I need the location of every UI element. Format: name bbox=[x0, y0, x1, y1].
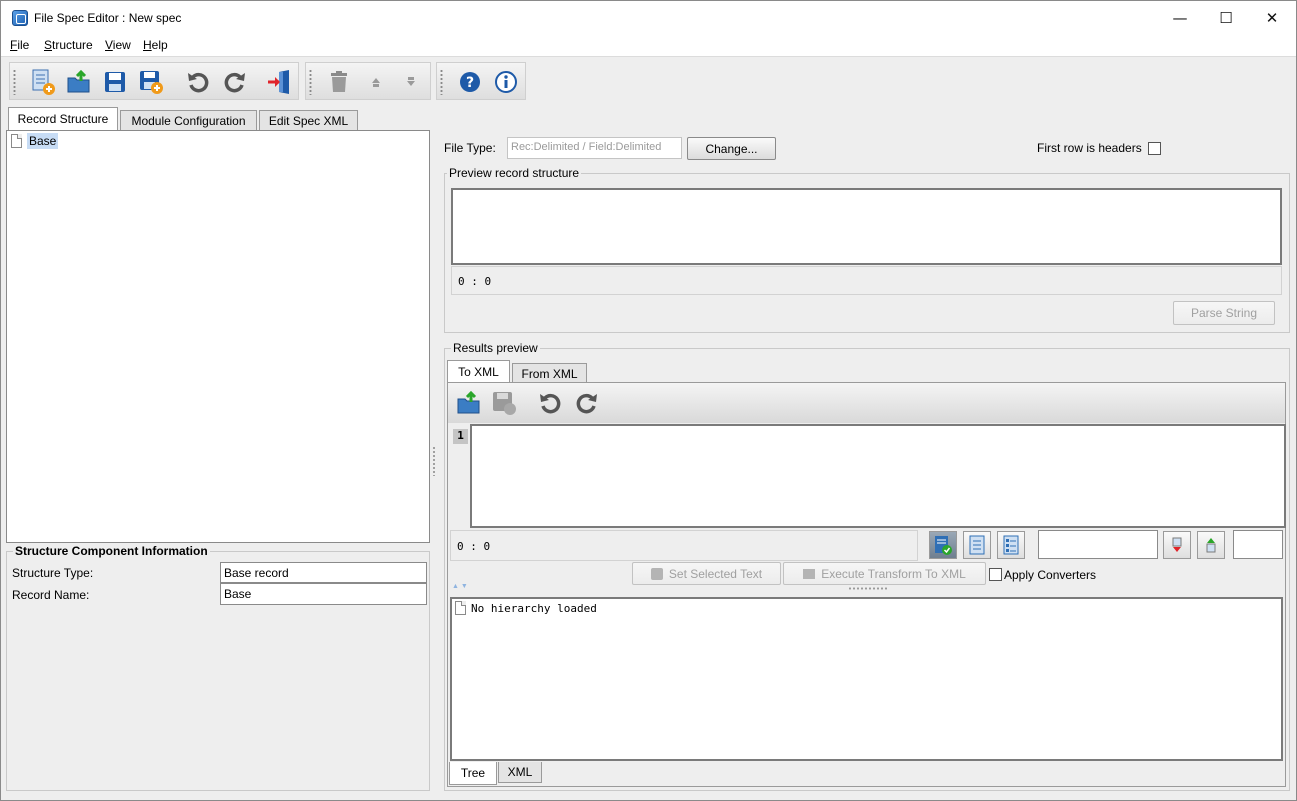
editor-cursor-position: 0 : 0 bbox=[450, 530, 918, 561]
search-down-icon[interactable] bbox=[1163, 531, 1191, 559]
tab-module-configuration[interactable]: Module Configuration bbox=[120, 110, 257, 131]
toolbar-grip[interactable] bbox=[309, 69, 312, 95]
toolbar-group-help: ? bbox=[436, 62, 526, 100]
vertical-splitter[interactable] bbox=[848, 587, 888, 590]
results-toolbar bbox=[448, 383, 1285, 423]
undo-icon[interactable] bbox=[184, 67, 214, 97]
app-window: File Spec Editor : New spec — ☐ ✕ File S… bbox=[0, 0, 1297, 801]
execute-transform-label: Execute Transform To XML bbox=[821, 566, 966, 581]
toolbar-group-file bbox=[9, 62, 299, 100]
document-numbered-icon[interactable] bbox=[997, 531, 1025, 559]
line-number: 1 bbox=[453, 429, 468, 444]
tree-node-base[interactable]: Base bbox=[27, 133, 59, 149]
save-icon[interactable] bbox=[489, 388, 519, 418]
menu-structure-label: tructure bbox=[52, 38, 93, 52]
to-xml-panel: 1 0 : 0 Set Selected Text Execute Transf… bbox=[447, 382, 1286, 787]
minimize-button[interactable]: — bbox=[1157, 1, 1203, 34]
split-pane-divider[interactable] bbox=[432, 446, 436, 476]
record-name-field[interactable]: Base bbox=[220, 583, 427, 605]
menu-help-label: elp bbox=[151, 38, 168, 52]
structure-info-title: Structure Component Information bbox=[13, 544, 210, 558]
structure-type-label: Structure Type: bbox=[12, 566, 94, 580]
tab-edit-spec-xml[interactable]: Edit Spec XML bbox=[259, 110, 358, 131]
menu-file-label: ile bbox=[17, 38, 30, 52]
hierarchy-node-icon bbox=[455, 601, 466, 615]
open-icon[interactable] bbox=[454, 388, 484, 418]
file-type-field: Rec:Delimited / Field:Delimited bbox=[507, 137, 682, 159]
help-icon[interactable]: ? bbox=[455, 67, 485, 97]
validate-icon[interactable] bbox=[929, 531, 957, 559]
menu-help-mnemonic: H bbox=[143, 38, 152, 52]
execute-transform-icon bbox=[803, 568, 816, 579]
document-list-icon[interactable] bbox=[963, 531, 991, 559]
change-file-type-button[interactable]: Change... bbox=[687, 137, 776, 160]
redo-icon[interactable] bbox=[219, 67, 249, 97]
window-title: File Spec Editor : New spec bbox=[34, 11, 182, 25]
menu-help[interactable]: Help bbox=[143, 38, 168, 52]
preview-cursor-position: 0 : 0 bbox=[451, 266, 1282, 295]
results-preview-title: Results preview bbox=[451, 341, 540, 355]
line-number-gutter: 1 bbox=[451, 426, 469, 528]
title-bar: File Spec Editor : New spec — ☐ ✕ bbox=[1, 1, 1296, 34]
xml-input-editor[interactable] bbox=[470, 424, 1286, 528]
preview-record-title: Preview record structure bbox=[447, 166, 582, 180]
redo-icon[interactable] bbox=[571, 388, 601, 418]
menu-structure-mnemonic: S bbox=[44, 38, 53, 52]
close-button[interactable]: ✕ bbox=[1249, 1, 1295, 34]
search-field[interactable] bbox=[1038, 530, 1158, 559]
preview-text-area[interactable] bbox=[451, 188, 1282, 265]
main-toolbar: ? bbox=[1, 58, 1296, 104]
hierarchy-empty-text: No hierarchy loaded bbox=[471, 602, 597, 615]
save-as-icon[interactable] bbox=[136, 67, 166, 97]
tab-from-xml[interactable]: From XML bbox=[512, 363, 587, 384]
menu-view-mnemonic: V bbox=[105, 38, 113, 52]
set-selected-text-icon bbox=[650, 567, 663, 580]
tab-xml[interactable]: XML bbox=[498, 762, 542, 783]
first-row-headers-checkbox[interactable] bbox=[1148, 142, 1161, 155]
toolbar-group-edit bbox=[305, 62, 431, 100]
execute-transform-button[interactable]: Execute Transform To XML bbox=[783, 562, 986, 585]
record-name-label: Record Name: bbox=[12, 588, 90, 602]
hierarchy-tree[interactable]: No hierarchy loaded bbox=[450, 597, 1283, 761]
move-down-icon[interactable] bbox=[396, 67, 426, 97]
set-selected-text-button[interactable]: Set Selected Text bbox=[632, 562, 781, 585]
collapse-arrows-icon[interactable]: ▲ ▼ bbox=[452, 583, 472, 590]
search-up-icon[interactable] bbox=[1197, 531, 1225, 559]
structure-info-group: Structure Component Information Structur… bbox=[6, 544, 430, 791]
app-icon bbox=[12, 10, 28, 26]
tab-tree[interactable]: Tree bbox=[449, 762, 497, 785]
file-type-label: File Type: bbox=[444, 141, 496, 155]
preview-record-group: Preview record structure 0 : 0 Parse Str… bbox=[444, 166, 1290, 333]
menu-structure[interactable]: Structure bbox=[44, 38, 93, 52]
open-icon[interactable] bbox=[64, 67, 94, 97]
toolbar-grip[interactable] bbox=[440, 69, 443, 95]
move-up-icon[interactable] bbox=[361, 67, 391, 97]
tab-to-xml[interactable]: To XML bbox=[447, 360, 510, 383]
info-icon[interactable] bbox=[491, 67, 521, 97]
new-spec-icon[interactable] bbox=[28, 67, 58, 97]
menu-view-label: iew bbox=[112, 38, 131, 52]
record-tree[interactable]: Base bbox=[6, 130, 430, 543]
structure-type-field[interactable]: Base record bbox=[220, 562, 427, 583]
maximize-button[interactable]: ☐ bbox=[1203, 1, 1249, 34]
exit-icon[interactable] bbox=[264, 67, 294, 97]
apply-converters-checkbox[interactable] bbox=[989, 568, 1002, 581]
apply-converters-label: Apply Converters bbox=[1004, 568, 1097, 582]
undo-icon[interactable] bbox=[536, 388, 566, 418]
save-icon[interactable] bbox=[100, 67, 130, 97]
first-row-headers-label: First row is headers bbox=[1037, 141, 1142, 155]
menu-bar: File Structure View Help bbox=[1, 34, 1296, 57]
menu-view[interactable]: View bbox=[105, 38, 131, 52]
delete-icon[interactable] bbox=[324, 67, 354, 97]
menu-file[interactable]: File bbox=[10, 38, 29, 52]
svg-text:?: ? bbox=[466, 75, 474, 91]
record-node-icon bbox=[11, 134, 22, 148]
toolbar-grip[interactable] bbox=[13, 69, 16, 95]
line-goto-field[interactable] bbox=[1233, 530, 1283, 559]
tab-record-structure[interactable]: Record Structure bbox=[8, 107, 118, 130]
parse-string-button[interactable]: Parse String bbox=[1173, 301, 1275, 325]
set-selected-text-label: Set Selected Text bbox=[668, 566, 763, 581]
